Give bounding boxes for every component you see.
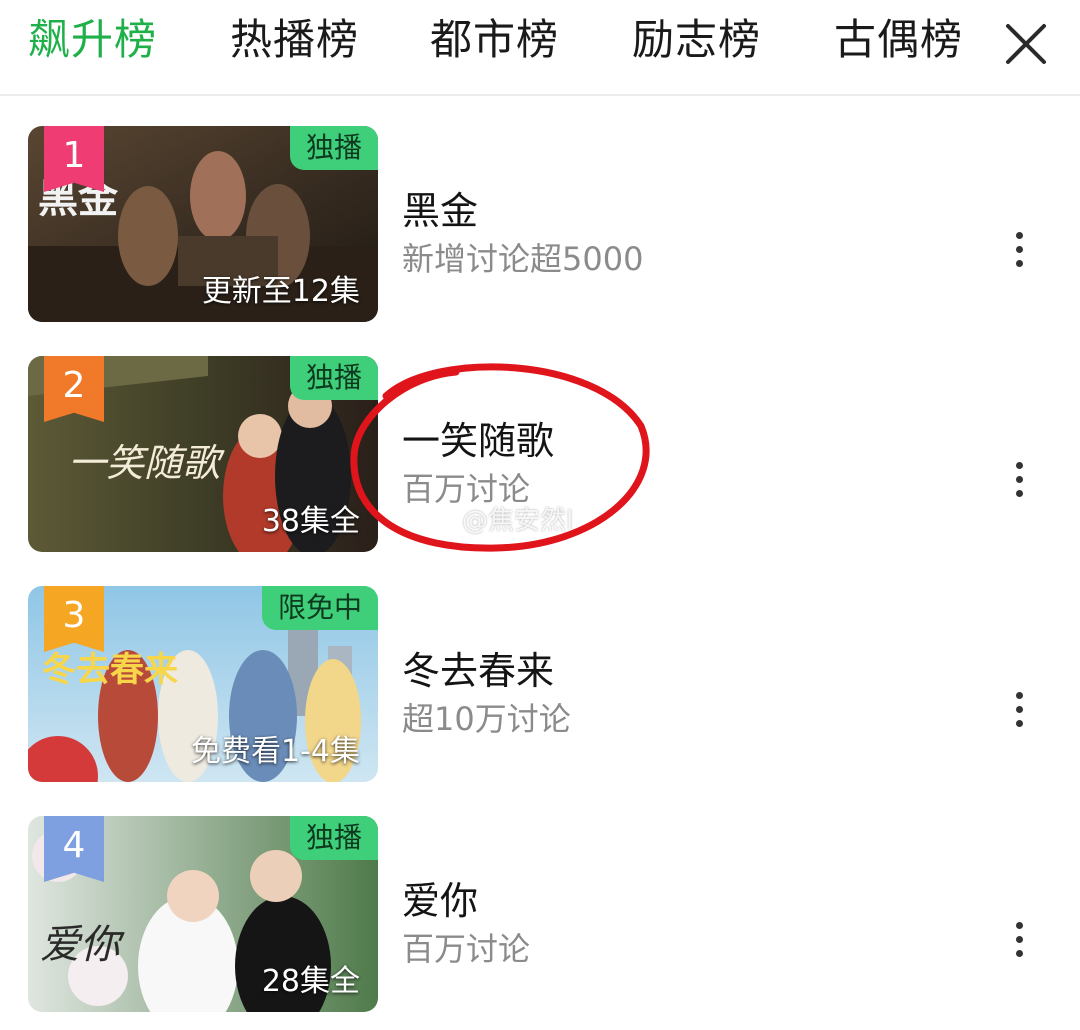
tab-soaring[interactable]: 飙升榜 (28, 14, 157, 66)
episode-status: 免费看1-4集 (191, 734, 360, 769)
list-item[interactable]: 爱你 4 独播 28集全 爱你 百万讨论 (0, 816, 1080, 1026)
watermark: @焦安然l (462, 506, 574, 536)
close-icon[interactable] (1000, 18, 1052, 70)
show-title[interactable]: 黑金 (402, 180, 478, 235)
tab-ancient-idol[interactable]: 古偶榜 (834, 14, 963, 66)
poster-thumbnail[interactable]: 一笑随歌 2 独播 38集全 (28, 356, 378, 552)
poster-thumbnail[interactable]: 冬去春来 3 限免中 免费看1-4集 (28, 586, 378, 782)
list-item[interactable]: 黑金 1 独播 更新至12集 黑金 新增讨论超5000 (0, 126, 1080, 336)
poster-title-art: 爱你 (40, 922, 120, 968)
poster-thumbnail[interactable]: 黑金 1 独播 更新至12集 (28, 126, 378, 322)
rank-badge: 3 (44, 586, 104, 652)
show-subtitle: 百万讨论 (402, 930, 531, 968)
more-vertical-icon[interactable] (1010, 230, 1030, 270)
show-subtitle: 超10万讨论 (402, 700, 571, 738)
tab-urban[interactable]: 都市榜 (430, 14, 559, 66)
rank-badge: 1 (44, 126, 104, 192)
more-vertical-icon[interactable] (1010, 690, 1030, 730)
exclusive-badge: 独播 (289, 816, 378, 860)
tab-hot[interactable]: 热播榜 (230, 14, 359, 66)
exclusive-badge: 独播 (289, 126, 378, 170)
tab-bar: 飙升榜 热播榜 都市榜 励志榜 古偶榜 (0, 0, 1080, 96)
tab-inspirational[interactable]: 励志榜 (632, 14, 761, 66)
poster-thumbnail[interactable]: 爱你 4 独播 28集全 (28, 816, 378, 1012)
more-vertical-icon[interactable] (1010, 460, 1030, 500)
free-badge: 限免中 (261, 586, 378, 630)
show-subtitle: 新增讨论超5000 (402, 240, 644, 278)
rank-badge: 4 (44, 816, 104, 882)
episode-status: 28集全 (261, 964, 360, 999)
poster-title-art: 一笑随歌 (68, 441, 221, 485)
more-vertical-icon[interactable] (1010, 920, 1030, 960)
episode-status: 更新至12集 (201, 274, 360, 309)
rank-badge: 2 (44, 356, 104, 422)
show-title[interactable]: 爱你 (402, 870, 478, 925)
show-title[interactable]: 冬去春来 (402, 640, 554, 695)
list-item[interactable]: 冬去春来 3 限免中 免费看1-4集 冬去春来 超10万讨论 (0, 586, 1080, 796)
poster-title-art: 冬去春来 (42, 650, 178, 690)
